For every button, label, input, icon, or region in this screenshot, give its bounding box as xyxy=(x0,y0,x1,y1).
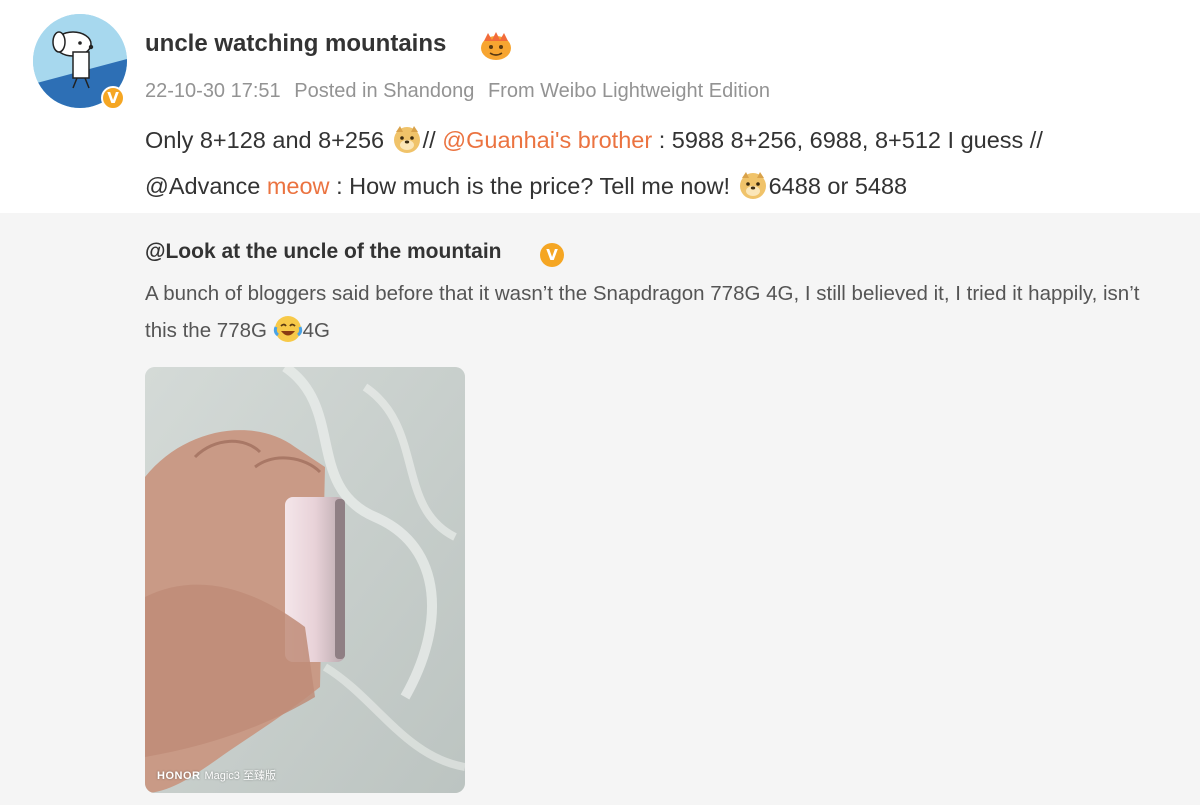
repost-text-part2: 4G xyxy=(302,319,331,342)
watermark-model: Magic3 至臻版 xyxy=(204,770,276,782)
mention-link-meow[interactable]: meow xyxy=(267,173,330,199)
repost-card[interactable]: @Look at the uncle of the mountain V A b… xyxy=(0,213,1200,805)
post-header: V uncle watching mountains 22-10-30 17:5… xyxy=(0,0,1200,213)
repost-text: A bunch of bloggers said before that it … xyxy=(145,275,1155,349)
post-text-part2: : 5988 8+256, 6988, 8+512 I guess // xyxy=(658,127,1043,153)
repost-photo[interactable]: HONOR Magic3 至臻版 xyxy=(145,367,465,793)
doge-emoji-icon xyxy=(737,169,769,201)
laugh-cry-emoji-icon xyxy=(273,314,303,344)
post-text-part3: : How much is the price? Tell me now! xyxy=(336,173,731,199)
mention-link-guanhai[interactable]: @Guanhai's brother xyxy=(442,127,652,153)
post-content: Only 8+128 and 8+256 // @Guanhai's broth… xyxy=(145,117,1185,209)
avatar-container[interactable]: V xyxy=(33,14,127,110)
verified-badge-icon: V xyxy=(540,243,564,267)
verified-badge-icon: V xyxy=(101,86,125,110)
post-text-part4: 6488 or 5488 xyxy=(768,173,908,199)
post-text-sep1: // xyxy=(422,127,436,153)
mention-advance[interactable]: @Advance xyxy=(145,173,260,199)
post-text-part1: Only 8+128 and 8+256 xyxy=(145,127,385,153)
photo-watermark: HONOR Magic3 至臻版 xyxy=(157,767,276,783)
doge-emoji-icon xyxy=(391,123,423,155)
post-timestamp[interactable]: 22-10-30 17:51 xyxy=(145,80,281,102)
fire-emoji-icon xyxy=(478,31,514,66)
post-location: Posted in Shandong xyxy=(294,80,475,102)
repost-username[interactable]: @Look at the uncle of the mountain xyxy=(145,240,501,264)
watermark-brand: HONOR xyxy=(157,770,201,782)
username[interactable]: uncle watching mountains xyxy=(145,30,446,58)
post-meta: 22-10-30 17:51 Posted in Shandong From W… xyxy=(145,80,778,103)
post-source: From Weibo Lightweight Edition xyxy=(487,80,770,102)
